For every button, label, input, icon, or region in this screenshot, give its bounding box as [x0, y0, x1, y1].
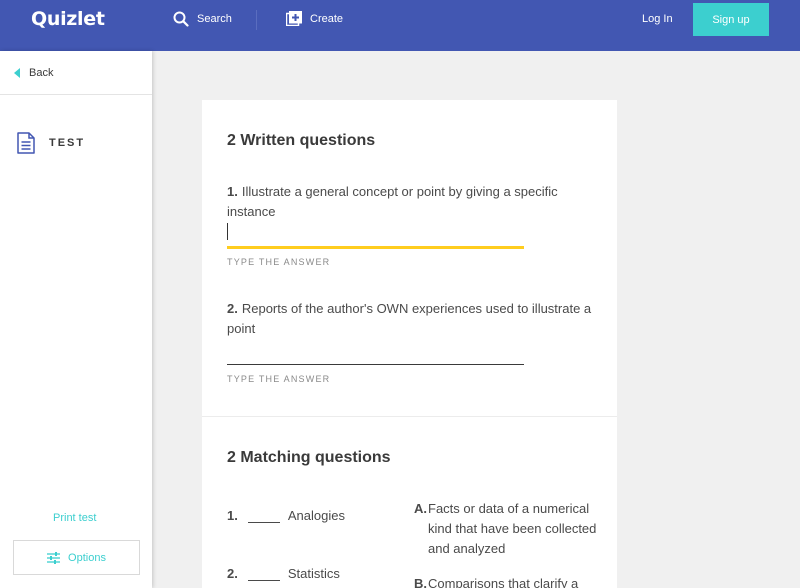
search-icon	[173, 11, 189, 27]
matching-option-a: A. Facts or data of a numerical kind tha…	[414, 499, 604, 559]
question-number: 2.	[227, 301, 238, 316]
question-text: Reports of the author's OWN experiences …	[227, 301, 592, 336]
item-term: Statistics	[287, 566, 340, 581]
written-section-title: 2 Written questions	[227, 132, 376, 149]
section-divider	[202, 416, 617, 417]
create-icon	[286, 11, 302, 26]
search-button[interactable]: Search	[173, 11, 232, 27]
answer-input-2[interactable]	[227, 364, 524, 365]
option-text: Comparisons that clarify a	[428, 576, 579, 588]
create-label: Create	[310, 12, 344, 25]
matching-item-1: 1. Analogies	[227, 508, 345, 523]
sidebar-item-label: TEST	[49, 137, 86, 149]
written-question-2: 2. Reports of the author's OWN experience…	[227, 299, 597, 339]
create-button[interactable]: Create	[286, 11, 343, 26]
option-letter: A.	[414, 501, 427, 516]
match-blank-input[interactable]	[247, 509, 280, 523]
matching-item-2: 2. Statistics	[227, 566, 340, 581]
text-caret	[227, 223, 228, 240]
item-number: 2.	[227, 566, 238, 581]
quizlet-logo[interactable]: Quizlet	[31, 8, 105, 30]
matching-section-title: 2 Matching questions	[227, 449, 391, 466]
answer-input-1[interactable]	[227, 246, 524, 249]
sidebar-item-test[interactable]: TEST	[17, 132, 85, 154]
top-nav-bar: Quizlet Search Create Log In Sign up	[0, 0, 800, 51]
test-card: 2 Written questions 1. Illustrate a gener…	[202, 100, 617, 588]
signup-button[interactable]: Sign up	[693, 3, 769, 36]
back-button[interactable]: Back	[0, 51, 152, 95]
nav-divider	[256, 10, 257, 30]
search-label: Search	[197, 13, 232, 25]
item-number: 1.	[227, 508, 238, 523]
written-question-1: 1. Illustrate a general concept or point …	[227, 182, 597, 222]
item-term: Analogies	[287, 508, 345, 523]
question-number: 1.	[227, 184, 238, 199]
login-link[interactable]: Log In	[642, 13, 673, 25]
answer-hint: TYPE THE ANSWER	[227, 374, 331, 384]
options-label: Options	[68, 551, 106, 564]
question-text: Illustrate a general concept or point by…	[227, 184, 558, 219]
answer-hint: TYPE THE ANSWER	[227, 257, 331, 267]
back-label: Back	[29, 66, 54, 79]
print-test-link[interactable]: Print test	[53, 512, 96, 524]
back-arrow-icon	[14, 67, 20, 78]
matching-option-b: B. Comparisons that clarify a	[414, 574, 604, 588]
sliders-icon	[47, 551, 61, 564]
option-letter: B.	[414, 576, 427, 588]
sidebar: Back TEST Print test Options	[0, 51, 152, 588]
document-icon	[17, 132, 35, 154]
option-text: Facts or data of a numerical kind that h…	[428, 501, 597, 556]
match-blank-input[interactable]	[247, 567, 280, 581]
options-button[interactable]: Options	[13, 540, 140, 575]
